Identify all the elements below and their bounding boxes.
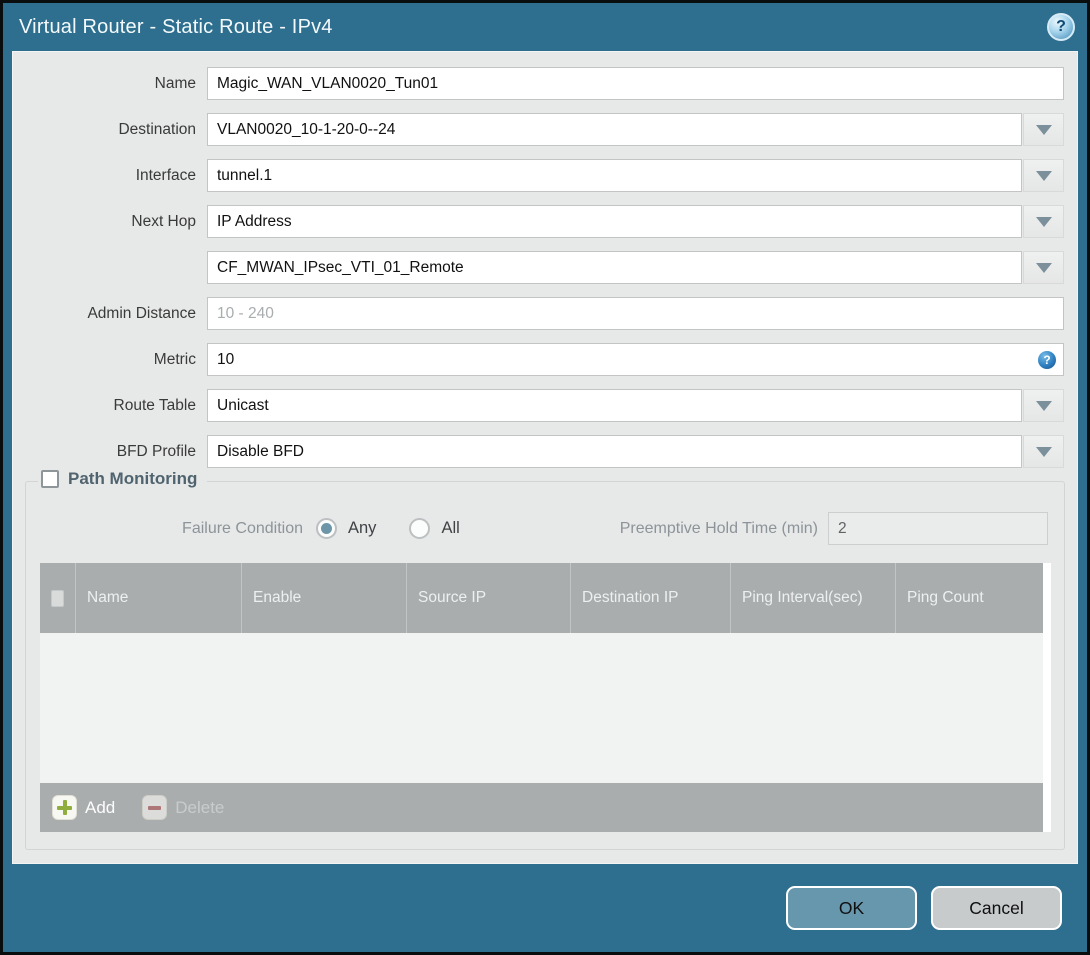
radio-button-all[interactable] (409, 518, 431, 539)
failure-condition-all-option[interactable]: All (409, 518, 460, 539)
column-header-ping-interval[interactable]: Ping Interval(sec) (731, 563, 896, 633)
table-body-empty (40, 633, 1043, 783)
path-monitoring-legend: Path Monitoring (38, 469, 208, 489)
next-hop-address-dropdown-button[interactable] (1023, 251, 1064, 284)
interface-dropdown-button[interactable] (1023, 159, 1064, 192)
destination-input[interactable] (207, 113, 1022, 146)
form-row-metric: Metric ? (17, 343, 1064, 376)
radio-all-label: All (441, 519, 460, 537)
destination-dropdown-button[interactable] (1023, 113, 1064, 146)
chevron-down-icon (1035, 400, 1052, 411)
title-bar: Virtual Router - Static Route - IPv4 ? (3, 3, 1087, 51)
next-hop-label: Next Hop (131, 212, 196, 230)
dialog-footer: OK Cancel (3, 864, 1087, 952)
column-header-enable[interactable]: Enable (242, 563, 407, 633)
column-header-source-ip[interactable]: Source IP (407, 563, 571, 633)
radio-any-label: Any (348, 519, 377, 537)
cancel-button[interactable]: Cancel (931, 886, 1062, 930)
ok-button[interactable]: OK (786, 886, 917, 930)
delete-button[interactable]: Delete (142, 795, 224, 820)
bfd-profile-dropdown-button[interactable] (1023, 435, 1064, 468)
add-button[interactable]: Add (52, 795, 115, 820)
bfd-profile-select[interactable] (207, 435, 1022, 468)
chevron-down-icon (1035, 262, 1052, 273)
minus-icon (142, 795, 168, 820)
route-table-select[interactable] (207, 389, 1022, 422)
form-row-destination: Destination (17, 113, 1064, 146)
column-header-destination-ip[interactable]: Destination IP (571, 563, 731, 633)
form-row-bfd-profile: BFD Profile (17, 435, 1064, 468)
interface-input[interactable] (207, 159, 1022, 192)
path-monitoring-section: Path Monitoring Failure Condition Any Al… (25, 469, 1065, 850)
name-input[interactable] (207, 67, 1064, 100)
static-route-dialog: Virtual Router - Static Route - IPv4 ? N… (3, 3, 1087, 952)
name-label: Name (154, 74, 196, 92)
column-header-ping-count[interactable]: Ping Count (896, 563, 1043, 633)
form-row-interface: Interface (17, 159, 1064, 192)
dialog-title: Virtual Router - Static Route - IPv4 (19, 15, 333, 38)
metric-info-icon[interactable]: ? (1038, 351, 1056, 369)
next-hop-address-input[interactable] (207, 251, 1022, 284)
table-header-row: Name Enable Source IP Destination IP Pin… (40, 563, 1043, 633)
form-row-next-hop: Next Hop (17, 205, 1064, 238)
select-all-checkbox[interactable] (51, 589, 64, 607)
admin-distance-input[interactable] (207, 297, 1064, 330)
route-table-dropdown-button[interactable] (1023, 389, 1064, 422)
preemptive-hold-time-input[interactable] (828, 512, 1048, 545)
preemptive-hold-time-group: Preemptive Hold Time (min) (620, 512, 1048, 545)
delete-button-label: Delete (175, 797, 225, 817)
admin-distance-label: Admin Distance (87, 304, 196, 322)
add-button-label: Add (85, 797, 116, 817)
next-hop-type-select[interactable] (207, 205, 1022, 238)
bfd-profile-label: BFD Profile (116, 442, 196, 460)
form-row-next-hop-address (17, 251, 1064, 284)
table-footer-bar: Add Delete (40, 783, 1043, 832)
interface-label: Interface (135, 166, 196, 184)
next-hop-dropdown-button[interactable] (1023, 205, 1064, 238)
chevron-down-icon (1035, 170, 1052, 181)
form-row-admin-distance: Admin Distance (17, 297, 1064, 330)
form-row-name: Name (17, 67, 1064, 100)
destination-label: Destination (118, 120, 196, 138)
chevron-down-icon (1035, 124, 1052, 135)
failure-condition-label: Failure Condition (182, 519, 303, 537)
form-row-route-table: Route Table (17, 389, 1064, 422)
radio-button-any[interactable] (316, 518, 337, 539)
preemptive-hold-time-label: Preemptive Hold Time (min) (619, 519, 818, 537)
dialog-body: Name Destination Interface (12, 51, 1078, 864)
help-icon[interactable]: ? (1047, 13, 1075, 41)
path-monitoring-title: Path Monitoring (68, 469, 198, 488)
route-table-label: Route Table (113, 396, 196, 414)
chevron-down-icon (1035, 216, 1052, 227)
metric-input[interactable] (207, 343, 1064, 376)
table-header-checkbox-cell (40, 563, 76, 633)
failure-condition-row: Failure Condition Any All Preemptive Hol… (26, 512, 1048, 545)
chevron-down-icon (1035, 446, 1052, 457)
metric-label: Metric (153, 350, 196, 368)
path-monitoring-checkbox[interactable] (41, 470, 59, 488)
path-monitoring-table: Name Enable Source IP Destination IP Pin… (40, 563, 1051, 832)
plus-icon (52, 795, 77, 820)
column-header-name[interactable]: Name (76, 563, 242, 633)
failure-condition-any-option[interactable]: Any (316, 518, 376, 539)
